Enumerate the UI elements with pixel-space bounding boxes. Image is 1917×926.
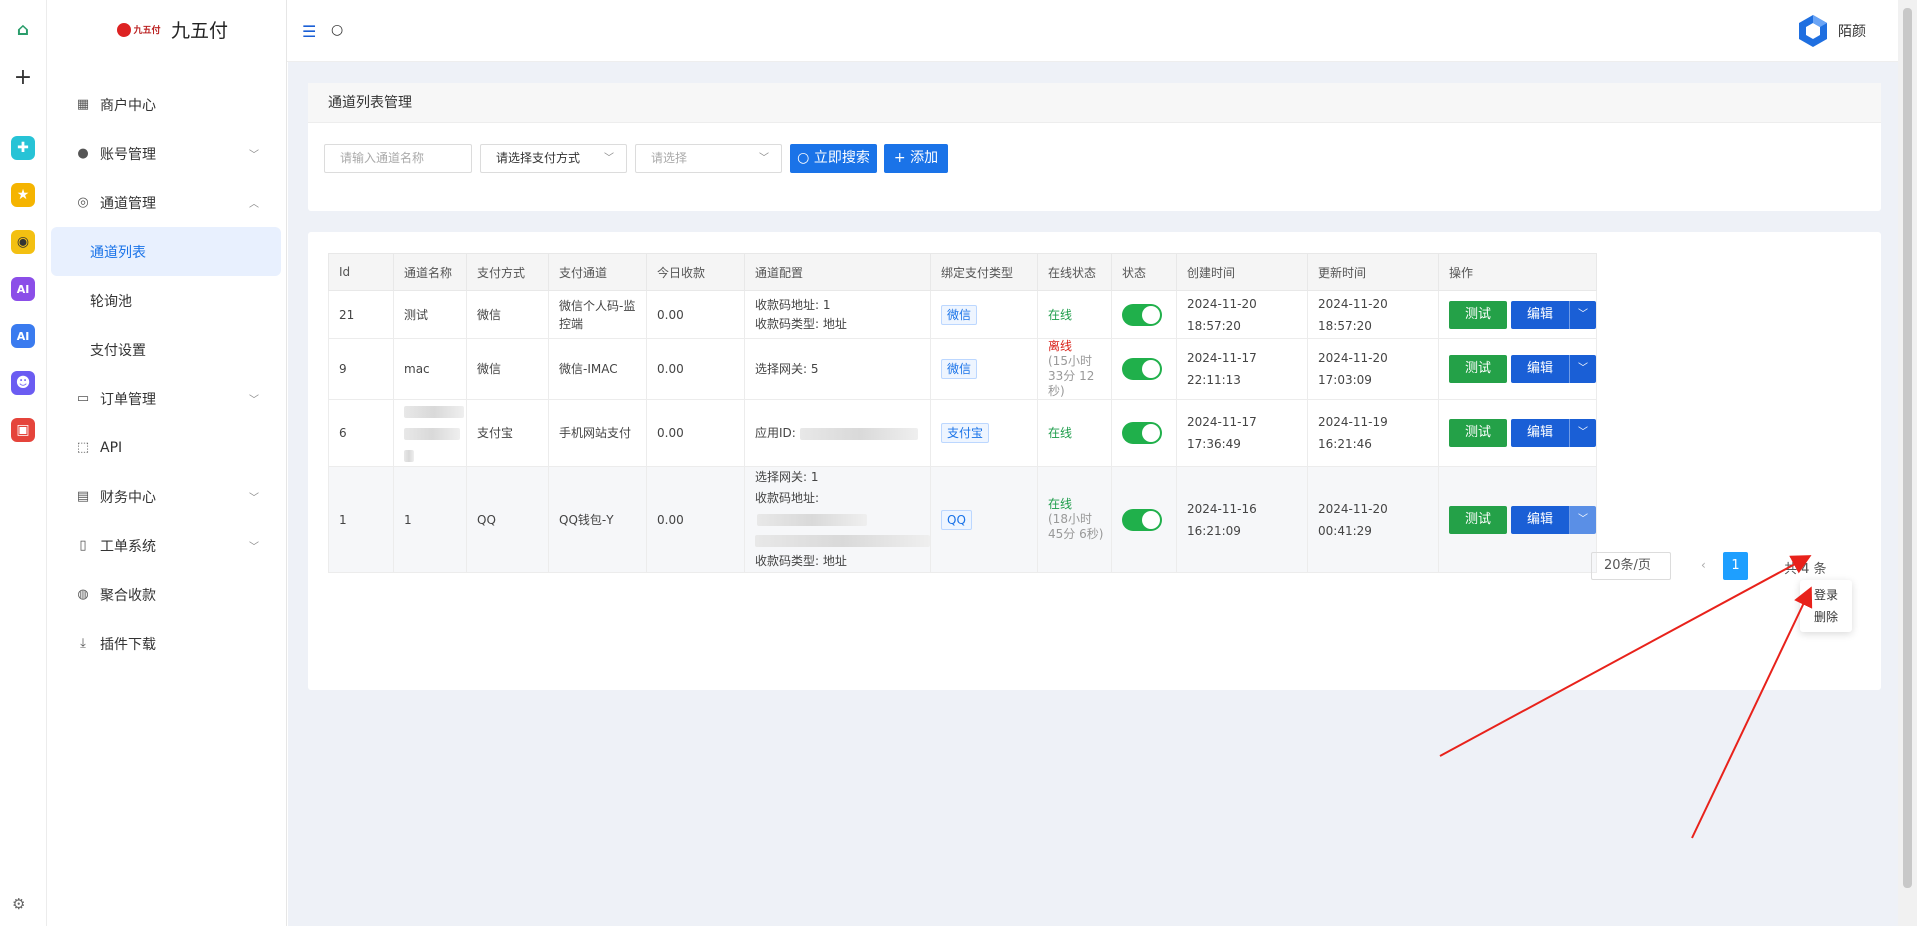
- page-scrollbar[interactable]: [1898, 0, 1917, 926]
- annotation-arrows: [1439, 555, 1813, 839]
- arrow-to-login: [1691, 586, 1813, 839]
- scrollbar-thumb[interactable]: [1903, 8, 1912, 888]
- arrow-to-dropdown: [1439, 555, 1812, 757]
